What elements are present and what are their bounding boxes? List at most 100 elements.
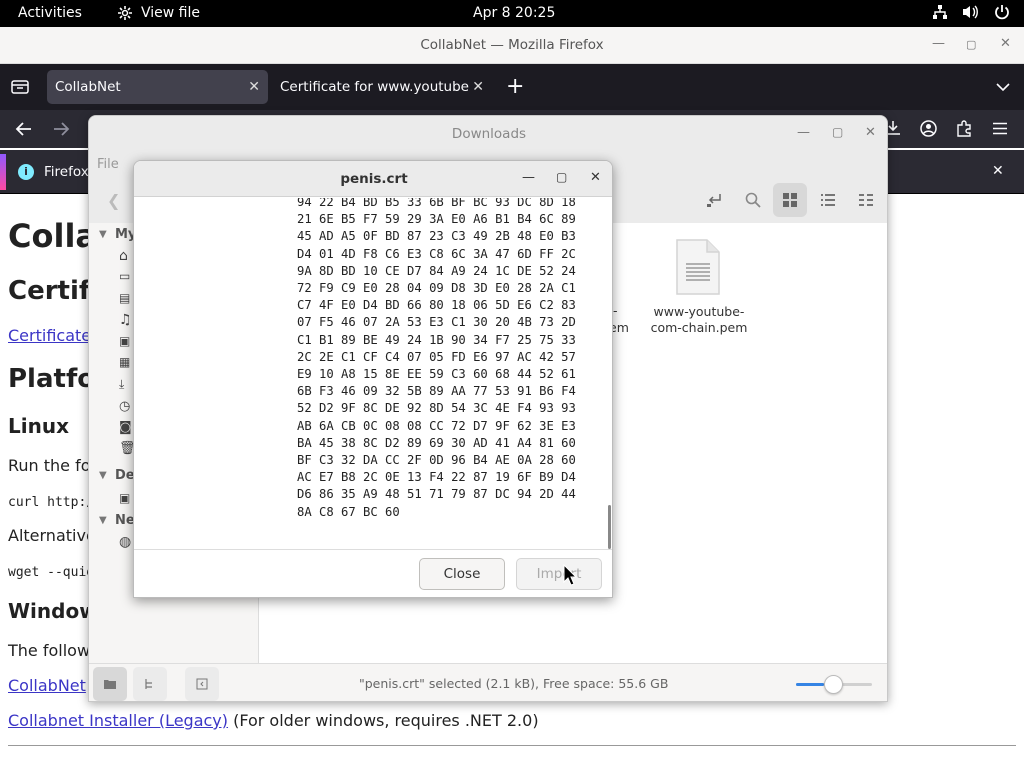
platform-heading: Platfo: [8, 364, 96, 394]
legacy-installer-link[interactable]: Collabnet Installer (Legacy): [8, 711, 228, 730]
close-button[interactable]: Close: [419, 558, 505, 590]
folder-button[interactable]: [93, 667, 127, 701]
file-name: www-youtube- com-chain.pem: [649, 304, 749, 336]
collabnet-link[interactable]: CollabNet: [8, 676, 86, 695]
hex-line: 8A C8 67 BC 60: [297, 504, 400, 519]
close-icon[interactable]: ✕: [1000, 36, 1011, 51]
firefox-window-title: CollabNet — Mozilla Firefox: [420, 37, 604, 53]
back-icon[interactable]: ❮: [107, 191, 120, 210]
hex-line: 21 6E B5 F7 59 29 3A E0 A6 B1 B4 6C 89: [297, 212, 576, 227]
open-location-icon[interactable]: [706, 192, 722, 208]
maximize-icon[interactable]: ▢: [966, 38, 976, 51]
minimize-icon[interactable]: —: [932, 36, 945, 51]
extensions-icon[interactable]: [956, 120, 972, 137]
sidebar-section-devices: De: [115, 468, 135, 483]
wget-command: wget --quie: [8, 565, 95, 580]
file-item[interactable]: www-youtube- com-chain.pem: [649, 238, 749, 348]
starred-icon[interactable]: ◙: [119, 420, 132, 435]
run-text: Run the fo: [8, 456, 91, 475]
zoom-slider-fill: [796, 683, 824, 686]
home-icon[interactable]: ⌂: [119, 248, 128, 264]
new-tab-icon[interactable]: +: [506, 74, 524, 99]
grid-view-button[interactable]: [773, 183, 807, 217]
chevron-down-icon[interactable]: ▼: [99, 515, 107, 526]
firefox-titlebar: CollabNet — Mozilla Firefox — ▢ ✕: [0, 27, 1024, 64]
certificate-dialog: penis.crt — ▢ ✕ 94 22 B4 BD B5 33 6B BF …: [133, 160, 613, 598]
hex-line: E9 10 A8 15 8E EE 59 C3 60 68 44 52 61: [297, 367, 576, 382]
hex-line: 07 F5 46 07 2A 53 E3 C1 30 20 4B 73 2D: [297, 315, 576, 330]
hex-line: 52 D2 9F 8C DE 92 8D 54 3C 4E F4 93 93: [297, 401, 576, 416]
downloads-statusbar: "penis.crt" selected (2.1 kB), Free spac…: [89, 663, 887, 701]
file-name-line: www-youtube-: [653, 304, 745, 319]
close-icon[interactable]: ✕: [865, 125, 876, 140]
linux-heading: Linux: [8, 414, 69, 438]
minimize-icon[interactable]: —: [522, 170, 535, 185]
view-options-icon: [859, 194, 873, 206]
certificate-hex-dump: 94 22 B4 BD B5 33 6B BF BC 93 DC 8D 18 21…: [297, 198, 576, 521]
music-icon[interactable]: ♫: [119, 312, 132, 328]
hex-line: C7 4F E0 D4 BD 66 80 18 06 5D E6 C2 83: [297, 298, 576, 313]
scrollbar[interactable]: [608, 505, 611, 549]
globe-icon[interactable]: ◍: [119, 534, 131, 550]
tree-icon: [145, 679, 152, 689]
curl-command: curl http:/: [8, 495, 95, 510]
list-icon: [821, 194, 835, 206]
tab-certificate[interactable]: Certificate for www.youtube.co ✕: [272, 70, 492, 104]
clock[interactable]: Apr 8 20:25: [473, 5, 555, 21]
tab-close-icon[interactable]: ✕: [248, 79, 260, 95]
certificate-link[interactable]: Certificate: [8, 326, 91, 345]
history-icon[interactable]: ◷: [119, 399, 130, 414]
hex-line: D4 01 4D F8 C6 E3 C8 6C 3A 47 6D FF 2C: [297, 246, 576, 261]
minimize-icon[interactable]: —: [797, 125, 810, 140]
app-menu[interactable]: View file: [117, 5, 200, 21]
chevron-down-icon[interactable]: ▼: [99, 229, 107, 240]
notification-stripe: [0, 154, 6, 190]
hex-line: 9A 8D BD 10 CE D7 84 A9 24 1C DE 52 24: [297, 263, 576, 278]
account-icon[interactable]: [920, 120, 937, 137]
tab-label: CollabNet: [55, 79, 121, 95]
sidebar-toggle-button[interactable]: [185, 667, 219, 701]
recent-icon[interactable]: ▭: [119, 269, 130, 283]
hex-line: D6 86 35 A9 48 51 71 79 87 DC 94 2D 44: [297, 487, 576, 502]
legacy-note: (For older windows, requires .NET 2.0): [228, 711, 539, 730]
volume-icon: [963, 5, 978, 19]
maximize-icon[interactable]: ▢: [556, 170, 567, 184]
menu-file[interactable]: File: [97, 157, 119, 172]
zoom-slider-knob[interactable]: [824, 675, 843, 694]
drive-icon[interactable]: ▣: [119, 491, 130, 505]
notification-close-icon[interactable]: ✕: [992, 163, 1004, 179]
firefox-view-icon[interactable]: [11, 79, 29, 95]
tab-close-icon[interactable]: ✕: [472, 79, 484, 95]
mouse-cursor: [563, 564, 577, 586]
list-tabs-icon[interactable]: [996, 82, 1010, 92]
windows-heading: Window: [8, 599, 98, 623]
menu-icon[interactable]: [992, 122, 1008, 135]
hex-line: 72 F9 C9 E0 28 04 09 D8 3D E0 28 2A C1: [297, 281, 576, 296]
tree-button[interactable]: [133, 667, 167, 701]
chevron-down-icon[interactable]: ▼: [99, 470, 107, 481]
certificate-text-area[interactable]: 94 22 B4 BD B5 33 6B BF BC 93 DC 8D 18 21…: [134, 198, 612, 550]
view-options-button[interactable]: [849, 183, 883, 217]
pictures-icon[interactable]: ▣: [119, 334, 130, 348]
legacy-line: Collabnet Installer (Legacy) (For older …: [8, 711, 539, 730]
zoom-slider[interactable]: [796, 675, 872, 694]
tab-collabnet[interactable]: CollabNet ✕: [47, 70, 268, 104]
import-button[interactable]: Import: [516, 558, 602, 590]
list-view-button[interactable]: [811, 183, 845, 217]
back-icon[interactable]: [15, 121, 33, 137]
hex-line: AC E7 B8 2C 0E 13 F4 22 87 19 6F B9 D4: [297, 470, 576, 485]
status-text: "penis.crt" selected (2.1 kB), Free spac…: [359, 676, 669, 691]
hex-line: 94 22 B4 BD B5 33 6B BF BC 93 DC 8D 18: [297, 198, 576, 209]
videos-icon[interactable]: ▦: [119, 355, 130, 369]
close-icon[interactable]: ✕: [590, 170, 601, 185]
forward-icon[interactable]: [52, 121, 70, 137]
downloads-icon[interactable]: ⤓: [119, 377, 124, 392]
gnome-top-bar: Activities View file Apr 8 20:25: [0, 0, 1024, 27]
page-heading: Colla: [8, 217, 97, 255]
system-tray[interactable]: [932, 4, 1010, 20]
maximize-icon[interactable]: ▢: [832, 125, 843, 139]
activities-button[interactable]: Activities: [18, 5, 82, 21]
network-icon: [933, 5, 947, 19]
documents-icon[interactable]: ▤: [119, 291, 130, 305]
search-icon[interactable]: [745, 192, 761, 208]
